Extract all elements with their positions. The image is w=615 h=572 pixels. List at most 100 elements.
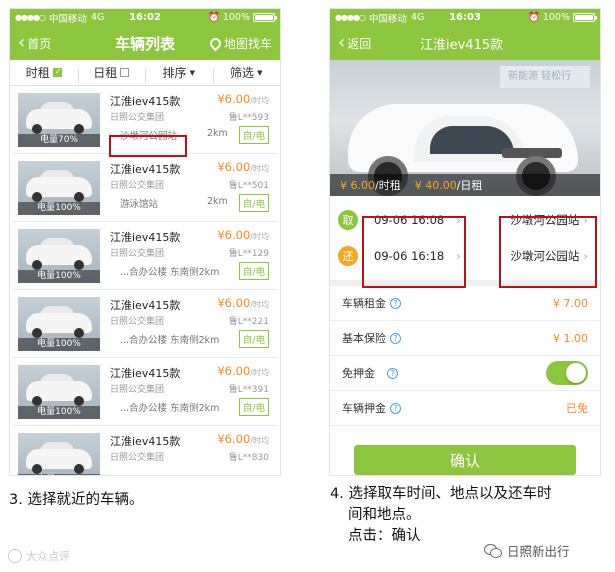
sort-dropdown[interactable]: 排序 ▼ [145,64,213,83]
car-name: 江淮iev415款 [110,435,181,448]
price-value: ¥6.00 [217,160,251,174]
help-icon[interactable]: ? [390,402,401,414]
car-company: 日照公交集团 [110,181,165,191]
deposit-free-label: 免押金 [342,367,375,380]
step3-caption: 3. 选择就近的车辆。 [9,492,144,508]
price-value: ¥6.00 [217,228,251,242]
confirm-button[interactable]: 确认 [354,445,576,475]
deposit-label: 车辆押金 [342,402,386,415]
car-name: 江淮iev415款 [110,163,181,176]
battery-level: 电量100% [18,473,100,475]
car-type-tag: 自/电 [238,194,269,212]
car-station: 游泳馆站 [120,199,159,210]
deposit-row: 车辆押金 ? 已免 [330,391,600,426]
car-thumbnail: 电量100% [18,228,100,283]
step4-caption-line3: 点击：确认 [348,528,421,544]
step4-caption: 4. 选择取车时间、地点以及还车时 间和地点。 点击：确认 [330,484,612,547]
car-name: 江淮iev415款 [110,231,181,244]
hourly-unit: /时租 [375,179,401,192]
daily-price: ¥ 40.00 [414,178,457,192]
filter-hourly[interactable]: 时租 [10,64,78,81]
help-icon[interactable]: ? [387,367,398,379]
car-price: ¥6.00/时均 [217,160,269,174]
hourly-price: ¥ 6.00 [340,178,375,192]
price-unit: /时均 [250,300,269,309]
car-plate: 鲁L**593 [228,113,269,123]
deposit-value: 已免 [566,402,588,415]
highlight-box-time [362,216,466,288]
price-value: ¥6.00 [217,296,251,310]
watermark-logo-icon [8,549,22,563]
car-type-tag: 自/电 [238,262,269,280]
car-name: 江淮iev415款 [110,299,181,312]
watermark: 大众点评 [8,548,70,564]
car-plate: 鲁L**830 [228,453,269,463]
showroom-banner: 新能源 轻松行 [500,66,590,88]
highlight-box-station [109,135,187,157]
car-detail-screen: ●●●●○ 中国移动 4G 16:03 ⏰ 100% ‹ 返回 江淮iev415… [329,8,601,476]
filter-daily[interactable]: 日租 [77,64,146,83]
car-price: ¥6.00/时均 [217,432,269,446]
price-unit: /时均 [250,96,269,105]
car-list-screen: ●●●●○ 中国移动 4G 16:02 ⏰ 100% ‹ 首页 车辆列表 地图找… [9,8,281,476]
help-icon[interactable]: ? [390,332,401,344]
pickup-badge: 取 [338,210,358,230]
car-price: ¥6.00/时均 [217,92,269,106]
car-list-item[interactable]: 电量100% 江淮iev415款 ¥6.00/时均 日照公交集团 鲁L**221 ...合… [13,290,277,358]
sort-label: 排序 [162,66,187,80]
car-photo: 新能源 轻松行 ¥ 6.00/时租 ¥ 40.00/日租 [330,60,600,196]
filter-bar: 时租 日租 排序 ▼ 筛选 ▼ [10,60,280,86]
watermark-text: 大众点评 [26,550,70,563]
price-unit: /时均 [250,164,269,173]
step4-caption-line2: 间和地点。 [348,507,421,523]
car-name: 江淮iev415款 [110,367,181,380]
battery-level: 电量100% [18,269,100,283]
filter-dropdown[interactable]: 筛选 ▼ [212,64,281,83]
rent-fee-label: 车辆租金 [342,297,386,310]
car-plate: 鲁L**501 [228,181,269,191]
battery-level: 电量100% [18,405,100,419]
car-distance: 2km [207,196,228,207]
price-unit: /时均 [250,436,269,445]
back-label: 首页 [27,36,52,51]
price-unit: /时均 [250,368,269,377]
daily-unit: /日租 [456,179,483,192]
checkbox-unchecked-icon[interactable] [120,68,130,77]
back-button[interactable]: ‹ 返回 [338,34,371,52]
car-list-item[interactable]: 电量100% 江淮iev415款 ¥6.00/时均日照公交集团 鲁L**830 [13,426,277,475]
car-list-item[interactable]: 电量100% 江淮iev415款 ¥6.00/时均 日照公交集团 鲁L**129 ...合… [13,222,277,290]
map-search-button[interactable]: 地图找车 [207,35,272,52]
price-unit: /时均 [250,232,269,241]
car-company: 日照公交集团 [110,113,165,123]
car-list-item[interactable]: 电量100% 江淮iev415款 ¥6.00/时均 日照公交集团 鲁L**391 ...合… [13,358,277,426]
back-button[interactable]: ‹ 首页 [18,34,51,52]
rent-fee-value: ¥ 7.00 [553,296,588,310]
car-price: ¥6.00/时均 [217,364,269,378]
car-list-item[interactable]: 电量100% 江淮iev415款 ¥6.00/时均日照公交集团 鲁L**501 游泳馆站… [13,154,277,222]
car-thumbnail: 电量100% [18,160,100,215]
battery-level: 电量100% [18,201,100,215]
wechat-account-name: 日照新出行 [507,544,570,559]
nav-bar: ‹ 返回 江淮iev415款 [330,26,600,60]
car-name: 江淮iev415款 [110,95,181,108]
deposit-free-toggle[interactable] [546,361,588,385]
deposit-free-row: 免押金 ? [330,356,600,391]
insurance-fee-label: 基本保险 [342,332,386,345]
back-label: 返回 [347,36,372,51]
checkbox-checked-icon[interactable] [52,67,62,77]
car-thumbnail: 电量70% [18,92,100,147]
nav-bar: ‹ 首页 车辆列表 地图找车 [10,26,280,60]
car-company: 日照公交集团 [110,317,165,327]
car-price: ¥6.00/时均 [217,228,269,242]
battery-icon [253,13,277,22]
status-bar: ●●●●○ 中国移动 4G 16:03 ⏰ 100% [330,9,600,26]
fee-list: 车辆租金 ? ¥ 7.00 基本保险 ? ¥ 1.00 免押金 ? 车辆押金 ?… [330,286,600,426]
highlight-box-station [499,216,597,288]
price-value: ¥6.00 [217,364,251,378]
battery-level: 电量100% [18,337,100,351]
car-price: ¥6.00/时均 [217,296,269,310]
car-company: 日照公交集团 [110,385,165,395]
step4-caption-line1: 4. 选择取车时间、地点以及还车时 [330,486,552,502]
car-station: ...合办公楼 东南侧2km [120,267,220,278]
help-icon[interactable]: ? [390,297,401,309]
